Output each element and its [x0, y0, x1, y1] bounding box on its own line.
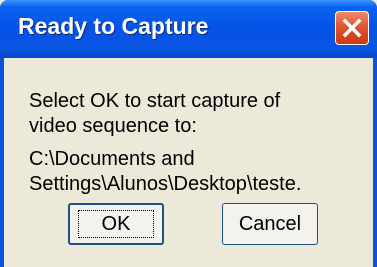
capture-message: Select OK to start capture of video sequ… [29, 90, 281, 137]
close-icon [342, 18, 362, 38]
cancel-button[interactable]: Cancel [222, 203, 318, 245]
ok-button-label: OK [101, 213, 131, 235]
capture-path: C:\Documents and Settings\Alunos\Desktop… [29, 148, 302, 195]
cancel-button-label: Cancel [238, 213, 302, 235]
close-button[interactable] [335, 11, 369, 45]
title-bar[interactable]: Ready to Capture [0, 0, 377, 58]
ok-button[interactable]: OK [68, 203, 164, 245]
dialog-body: Select OK to start capture of video sequ… [4, 58, 373, 267]
dialog-title: Ready to Capture [18, 13, 209, 39]
dialog-window: Ready to Capture Select OK to start capt… [0, 0, 377, 267]
